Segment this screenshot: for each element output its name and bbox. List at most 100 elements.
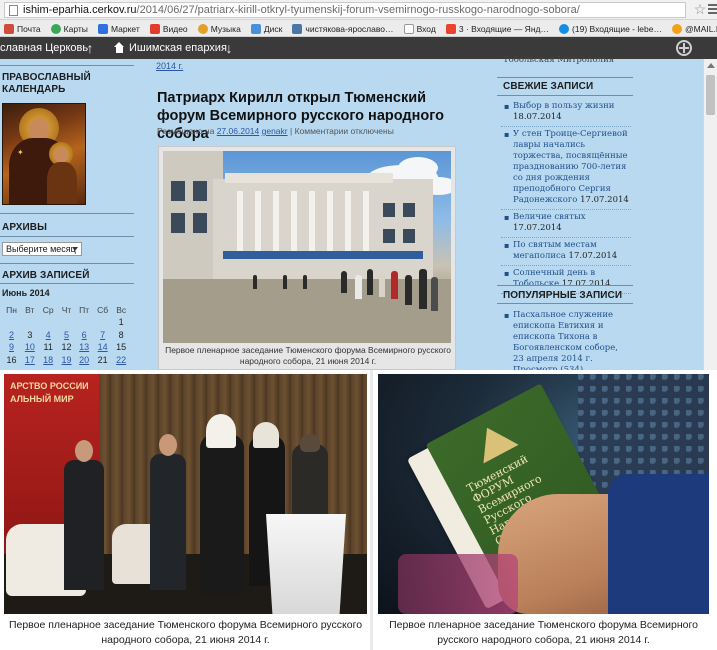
post-author-link[interactable]: genakr [262, 126, 288, 136]
bookmark-login[interactable]: Вход [400, 20, 439, 36]
calendar-day: 21 [97, 354, 108, 365]
bookmark-label: Видео [162, 23, 188, 34]
maps-icon [50, 23, 61, 34]
address-bar: ishim-eparhia.cerkov.ru/2014/06/27/patri… [0, 0, 717, 20]
calendar-day[interactable]: 19 [58, 354, 76, 367]
meta-prefix: Размещено на [157, 126, 215, 136]
calendar-day [21, 316, 39, 329]
recent-post-date: 17.07.2014 [580, 195, 629, 205]
left-sidebar: ПРАВОСЛАВНЫЙ КАЛЕНДАРЬ ✦ АРХИВЫ Выберите… [0, 59, 134, 370]
mailru-icon [559, 23, 570, 34]
bookmark-label: Диск [263, 23, 283, 34]
right-sidebar: Тобольская Митрополия СВЕЖИЕ ЗАПИСИ Выбо… [497, 55, 633, 375]
post-date-link[interactable]: 27.06.2014 [217, 126, 260, 136]
calendar-day[interactable]: 7 [93, 329, 112, 342]
calendar-week: 16 17 18 19 20 21 22 [2, 354, 130, 367]
bookmark-video[interactable]: Видео [146, 20, 191, 36]
calendar-day[interactable]: 6 [75, 329, 93, 342]
calendar-day[interactable]: 9 [2, 341, 21, 354]
calendar-week: 2345678 [2, 329, 130, 342]
calendar-weekday: Чт [61, 304, 72, 315]
bookmark-maps[interactable]: Карты [47, 20, 91, 36]
page-icon [9, 5, 18, 16]
archives-widget-title: АРХИВЫ [2, 222, 47, 233]
calendar-day[interactable]: 4 [39, 329, 58, 342]
recent-post-date: 17.07.2014 [513, 223, 562, 233]
bookmark-mailru[interactable]: @MAIL.RU: почта, по… [668, 20, 717, 36]
recent-post-link[interactable]: У стен Троице-Сергиевой лавры начались т… [513, 129, 628, 205]
bookmark-vk[interactable]: чистякова-ярославо… [288, 20, 396, 36]
yandex-mail-icon [445, 23, 456, 34]
calendar-day[interactable]: 5 [58, 329, 76, 342]
bookmark-mailru-inbox[interactable]: (19) Входящие - lebe… [555, 20, 665, 36]
recent-post-date: 17.07.2014 [561, 279, 611, 289]
bookmark-music[interactable]: Музыка [194, 20, 244, 36]
recent-post-link[interactable]: Выбор в пользу жизни [513, 101, 614, 111]
url-host: ishim-eparhia.cerkov.ru [23, 4, 137, 16]
scroll-up-icon[interactable] [707, 63, 715, 68]
bookmark-disk[interactable]: Диск [247, 20, 285, 36]
home-icon[interactable] [114, 42, 125, 53]
calendar-day[interactable]: 10 [21, 341, 39, 354]
theotokos-icon-image[interactable]: ✦ [2, 103, 86, 205]
bookmark-yandex-mail[interactable]: 3 · Входящие — Янд… [442, 20, 552, 36]
url-field[interactable]: ishim-eparhia.cerkov.ru/2014/06/27/patri… [4, 2, 686, 18]
calendar-day[interactable]: 2 [2, 329, 21, 342]
popular-posts-title: ПОПУЛЯРНЫЕ ЗАПИСИ [503, 290, 623, 301]
arrow-down-icon[interactable]: ↓ [222, 39, 236, 57]
calendar-day [58, 316, 76, 329]
main-content: 2014 г. Патриарх Кирилл открыл Тюменский… [144, 59, 474, 370]
bookmark-label: 3 · Входящие — Янд… [458, 23, 549, 34]
calendar-day: 12 [61, 342, 72, 353]
toolbar-site-link[interactable]: славная Церковь [0, 37, 88, 59]
bookmark-label: Музыка [210, 23, 241, 34]
chevron-down-icon [72, 247, 78, 251]
calendar-weekday: Пн [6, 304, 17, 315]
menu-icon[interactable] [708, 3, 717, 17]
toolbar-eparchy-link[interactable]: Ишимская епархия [129, 37, 227, 59]
post-image-caption: Первое пленарное заседание Тюменского фо… [165, 345, 451, 366]
bookmark-label: Маркет [110, 23, 140, 34]
archive-posts-widget-title: АРХИВ ЗАПИСЕЙ [2, 270, 90, 281]
metropolis-fragment: Тобольская Митрополия [503, 55, 615, 65]
recent-post-item: У стен Троице-Сергиевой лавры начались т… [501, 127, 631, 210]
popular-post-link[interactable]: Пасхальное служение епископа Евтихия и е… [513, 310, 618, 364]
vk-icon [292, 23, 303, 34]
calendar-widget-title: ПРАВОСЛАВНЫЙ КАЛЕНДАРЬ [2, 72, 91, 95]
calendar-day: 11 [43, 342, 53, 353]
calendar-day[interactable]: 17 [21, 354, 39, 367]
calendar-day [75, 316, 93, 329]
music-icon [197, 23, 208, 34]
calendar-day[interactable]: 20 [75, 354, 93, 367]
bookmark-star-icon[interactable]: ☆ [692, 1, 708, 18]
right-photo-caption: Первое пленарное заседание Тюменского фо… [389, 619, 698, 646]
plenary-session-photo[interactable]: АРСТВО РОССИИ АЛЬНЫЙ МИР [4, 374, 367, 614]
bookmark-label: Почта [17, 23, 41, 34]
calendar-day[interactable]: 14 [93, 341, 112, 354]
previous-post-fragment[interactable]: 2014 г. [156, 61, 183, 71]
bookmark-mail[interactable]: Почта [0, 20, 44, 36]
add-circle-icon[interactable] [676, 40, 692, 56]
calendar-day [2, 316, 21, 329]
recent-post-date: 17.07.2014 [568, 251, 618, 261]
calendar-day: 16 [6, 354, 17, 365]
left-photo-caption: Первое пленарное заседание Тюменского фо… [8, 619, 363, 646]
calendar-day: 1 [118, 317, 124, 328]
bookmarks-bar: Почта Карты Маркет Видео Музыка Диск чис… [0, 20, 717, 37]
calendar-day[interactable]: 18 [39, 354, 58, 367]
calendar-day[interactable]: 13 [75, 341, 93, 354]
concert-hall-photo[interactable] [163, 151, 451, 343]
booklet-photo[interactable]: Тюменский ФОРУМ Всемирного Русского Наро… [378, 374, 709, 614]
recent-post-link[interactable]: Величие святых [513, 212, 586, 222]
archive-month-select[interactable]: Выберите месяц [2, 242, 82, 256]
scrollbar-thumb[interactable] [706, 75, 715, 115]
disk-icon [250, 23, 261, 34]
calendar-day[interactable]: 22 [112, 354, 130, 367]
calendar-week: 1 [2, 316, 130, 329]
market-icon [97, 23, 108, 34]
arrow-up-icon[interactable]: ↑ [83, 39, 97, 57]
page-scrollbar[interactable] [703, 59, 717, 370]
month-select-value: Выберите месяц [6, 244, 76, 254]
bookmark-market[interactable]: Маркет [94, 20, 143, 36]
calendar-day: 3 [27, 329, 33, 340]
